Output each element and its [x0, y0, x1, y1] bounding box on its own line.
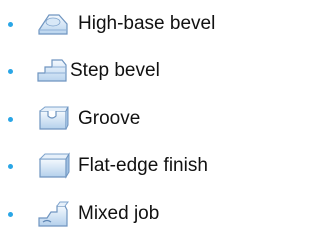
item-label: Flat-edge finish — [78, 155, 208, 176]
list-item-step-bevel[interactable]: Step bevel — [0, 51, 251, 91]
item-label: Groove — [78, 108, 141, 129]
bullet-icon — [8, 69, 13, 74]
groove-icon — [35, 103, 71, 135]
bullet-icon — [8, 212, 13, 217]
edge-type-list: High-base bevel Step bevel Groove Flat-e… — [0, 0, 251, 242]
mixed-job-icon — [35, 198, 71, 230]
flat-edge-finish-icon — [35, 150, 71, 182]
list-item-mixed-job[interactable]: Mixed job — [0, 194, 251, 234]
bullet-icon — [8, 22, 13, 27]
item-label: High-base bevel — [78, 13, 216, 34]
list-item-flat-edge-finish[interactable]: Flat-edge finish — [0, 146, 251, 186]
list-item-high-base-bevel[interactable]: High-base bevel — [0, 4, 251, 44]
high-base-bevel-icon — [35, 8, 71, 40]
bullet-icon — [8, 164, 13, 169]
list-item-groove[interactable]: Groove — [0, 99, 251, 139]
bullet-icon — [8, 117, 13, 122]
item-label: Step bevel — [70, 60, 160, 81]
step-bevel-icon — [35, 55, 71, 87]
item-label: Mixed job — [78, 203, 160, 224]
